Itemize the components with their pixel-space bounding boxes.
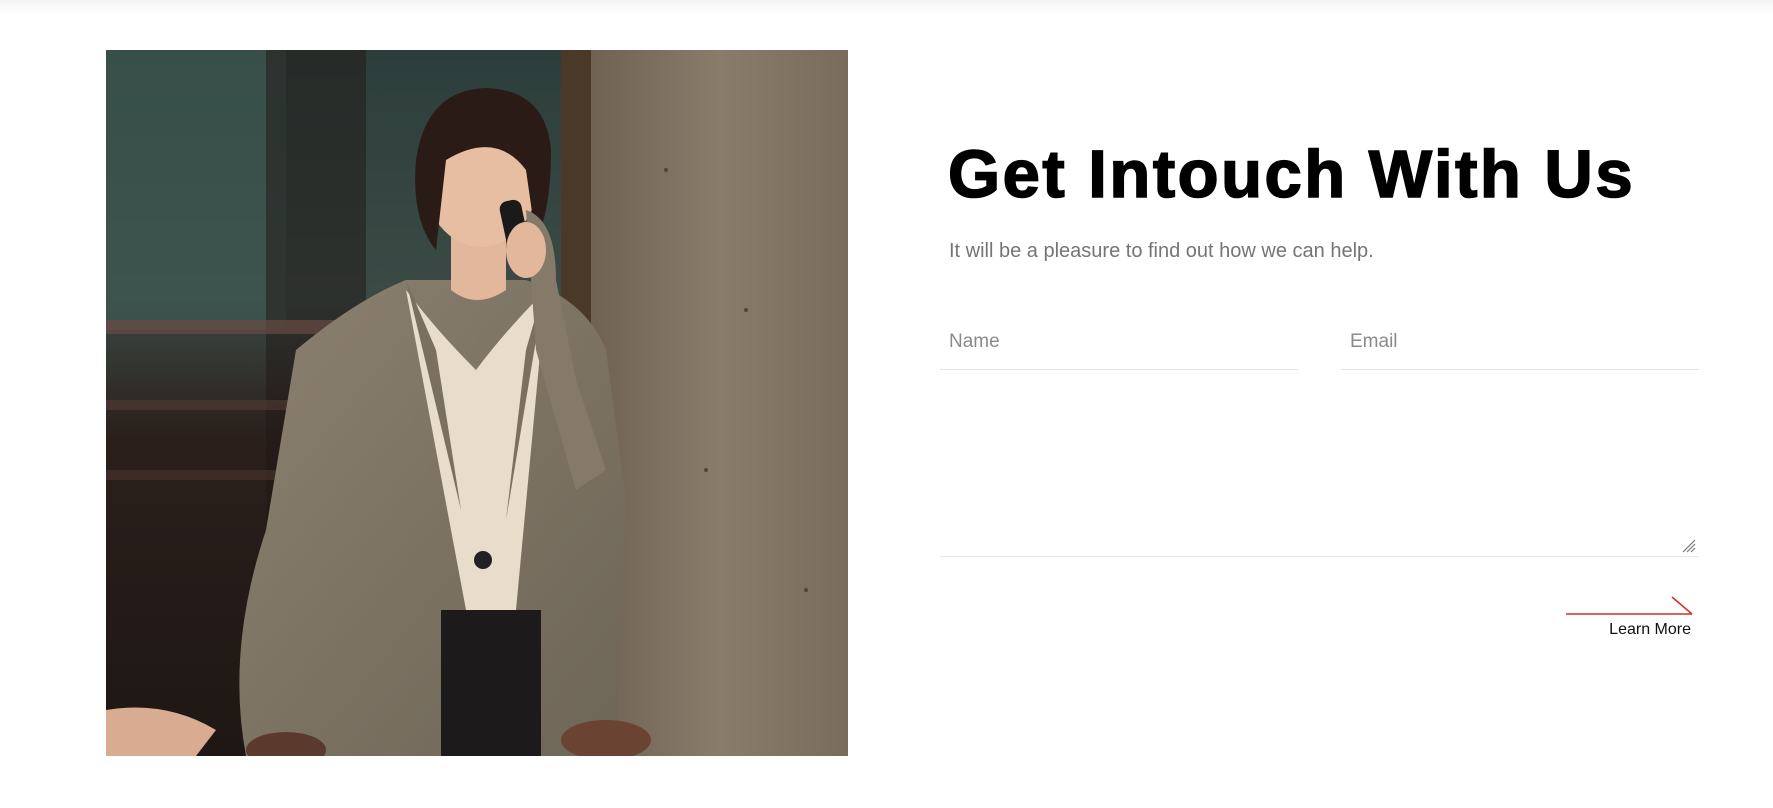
contact-photo — [106, 50, 848, 756]
page-title: Get Intouch With Us — [947, 136, 1636, 213]
learn-more-label: Learn More — [1609, 621, 1691, 638]
header-shadow — [0, 0, 1773, 14]
subtitle: It will be a pleasure to find out how we… — [949, 240, 1374, 262]
arrow-right-icon — [1566, 596, 1693, 615]
name-field[interactable] — [940, 314, 1298, 370]
message-field[interactable] — [940, 376, 1699, 557]
learn-more-button[interactable]: Learn More — [1560, 594, 1694, 642]
email-field[interactable] — [1341, 314, 1699, 370]
resize-grip-icon[interactable] — [1680, 537, 1696, 553]
